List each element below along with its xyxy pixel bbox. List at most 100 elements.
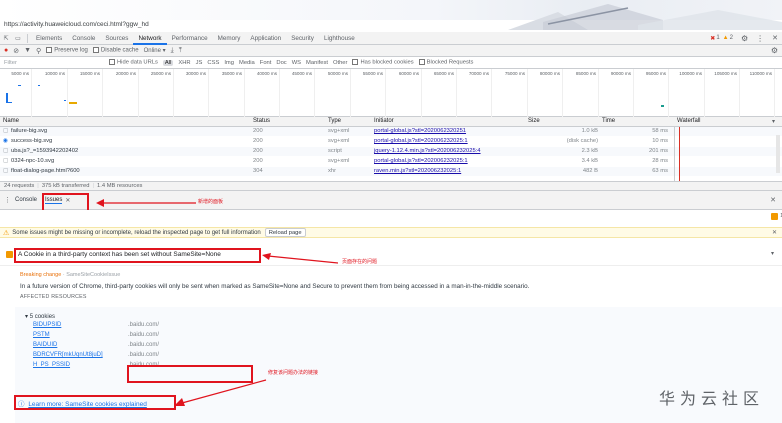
device-toolbar-icon[interactable]: ▭ bbox=[12, 35, 24, 42]
blocked-requests-checkbox[interactable]: Blocked Requests bbox=[418, 59, 473, 66]
cookie-name[interactable]: BDRCVFR[mkUqnUt8juD] bbox=[33, 352, 128, 358]
tab-lighthouse[interactable]: Lighthouse bbox=[319, 32, 360, 45]
timeline-tick-label: 70000 ms bbox=[468, 71, 489, 76]
tab-security[interactable]: Security bbox=[286, 32, 319, 45]
tab-sources[interactable]: Sources bbox=[100, 32, 133, 45]
request-initiator[interactable]: portal-global.js?stl=2020062320251 bbox=[374, 128, 466, 134]
request-name[interactable]: success-big.svg bbox=[11, 138, 52, 144]
cookie-name[interactable]: PSTM bbox=[33, 332, 128, 338]
filter-type-media[interactable]: Media bbox=[239, 60, 255, 66]
close-devtools-icon[interactable]: ✕ bbox=[772, 34, 778, 42]
filter-input[interactable]: Filter bbox=[4, 60, 104, 66]
drawer-tab-console[interactable]: Console bbox=[15, 197, 37, 203]
tab-application[interactable]: Application bbox=[245, 32, 286, 45]
tab-performance[interactable]: Performance bbox=[167, 32, 213, 45]
import-har-icon[interactable]: ⤓ bbox=[171, 47, 174, 55]
cookies-toggle[interactable]: ▾ 5 cookies bbox=[25, 313, 55, 320]
timeline-tick-label: 35000 ms bbox=[221, 71, 242, 76]
error-count[interactable]: 1 bbox=[716, 35, 719, 41]
table-row[interactable]: ▢ failure-big.svg 200 svg+xml portal-global.… bbox=[0, 127, 782, 136]
tab-memory[interactable]: Memory bbox=[213, 32, 246, 45]
has-blocked-cookies-checkbox[interactable]: Has blocked cookies bbox=[352, 59, 414, 66]
search-icon[interactable]: ⚲ bbox=[36, 47, 41, 55]
request-initiator[interactable]: jquery-1.12.4.min.js?stl=202006232025:4 bbox=[374, 148, 481, 154]
preserve-log-checkbox[interactable]: Preserve log bbox=[46, 47, 88, 54]
tab-network[interactable]: Network bbox=[133, 32, 167, 45]
warning-icon[interactable]: ▲ bbox=[723, 35, 729, 41]
filter-type-css[interactable]: CSS bbox=[207, 60, 219, 66]
more-options-icon[interactable]: ⋮ bbox=[756, 34, 764, 43]
warning-count[interactable]: 2 bbox=[730, 35, 733, 41]
hide-data-urls-checkbox[interactable]: Hide data URLs bbox=[109, 59, 158, 66]
page-url[interactable]: https://activity.huaweicloud.com/ceci.ht… bbox=[4, 21, 149, 28]
timeline-gridline bbox=[527, 69, 528, 117]
network-overview-timeline[interactable]: 5000 ms 10000 ms 15000 ms 20000 ms 25000 ms 3… bbox=[0, 69, 782, 117]
waterfall-sort-chevron-icon[interactable]: ▾ bbox=[772, 118, 775, 125]
filter-type-all[interactable]: All bbox=[162, 59, 174, 66]
column-header-size[interactable]: Size bbox=[528, 118, 540, 124]
request-size: (disk cache) bbox=[566, 138, 598, 144]
timeline-gridline bbox=[456, 69, 457, 117]
filter-type-ws[interactable]: WS bbox=[292, 60, 301, 66]
column-header-initiator[interactable]: Initiator bbox=[374, 118, 394, 124]
column-header-name[interactable]: Name bbox=[3, 118, 19, 124]
request-initiator[interactable]: raven.min.js?stl=202006232025:1 bbox=[374, 168, 461, 174]
timeline-gridline bbox=[633, 69, 634, 117]
request-initiator[interactable]: portal-global.js?stl=202006232025:1 bbox=[374, 138, 468, 144]
timeline-gridline bbox=[385, 69, 386, 117]
table-row[interactable]: ▢ 0324-npc-10.svg 200 svg+xml portal-global.… bbox=[0, 157, 782, 166]
cookie-name[interactable]: BIDUPSID bbox=[33, 322, 128, 328]
cookie-name[interactable]: H_PS_PSSID bbox=[33, 362, 128, 368]
drawer-menu-icon[interactable]: ⋮ bbox=[4, 196, 11, 204]
request-name[interactable]: uba.js?_=1593942202402 bbox=[11, 148, 78, 154]
column-header-waterfall[interactable]: Waterfall bbox=[677, 118, 700, 124]
tab-console[interactable]: Console bbox=[67, 32, 100, 45]
request-name[interactable]: 0324-npc-10.svg bbox=[11, 158, 54, 164]
file-icon: ▢ bbox=[3, 168, 9, 174]
clear-icon[interactable]: ⊘ bbox=[13, 47, 19, 55]
collapse-issue-chevron-icon[interactable]: ▾ bbox=[771, 250, 774, 257]
request-initiator[interactable]: portal-global.js?stl=202006232025:1 bbox=[374, 158, 468, 164]
issues-toolbar: 1 bbox=[0, 210, 782, 227]
filter-type-other[interactable]: Other bbox=[333, 60, 348, 66]
export-har-icon[interactable]: ⤒ bbox=[179, 47, 182, 55]
request-type: svg+xml bbox=[328, 138, 350, 144]
filter-funnel-icon[interactable]: ▼ bbox=[24, 47, 31, 54]
throttling-select[interactable]: Online ▾ bbox=[144, 47, 166, 54]
filter-type-js[interactable]: JS bbox=[196, 60, 203, 66]
request-name[interactable]: failure-big.svg bbox=[11, 128, 47, 134]
reload-page-button[interactable]: Reload page bbox=[264, 228, 306, 237]
file-icon: ▢ bbox=[3, 158, 9, 164]
tab-elements[interactable]: Elements bbox=[31, 32, 67, 45]
filter-type-img[interactable]: Img bbox=[224, 60, 234, 66]
timeline-tick-label: 65000 ms bbox=[433, 71, 454, 76]
timeline-bar bbox=[38, 85, 40, 86]
column-header-time[interactable]: Time bbox=[602, 118, 615, 124]
inspect-element-icon[interactable]: ⇱ bbox=[0, 35, 12, 42]
request-status: 200 bbox=[253, 128, 263, 134]
timeline-gridline bbox=[598, 69, 599, 117]
timeline-tick-label: 10000 ms bbox=[44, 71, 65, 76]
disable-cache-checkbox[interactable]: Disable cache bbox=[92, 47, 139, 54]
filter-type-font[interactable]: Font bbox=[260, 60, 272, 66]
record-icon[interactable]: ● bbox=[4, 47, 8, 54]
request-name[interactable]: float-dialog-page.html?600 bbox=[11, 168, 80, 174]
file-icon: ◉ bbox=[3, 138, 9, 144]
network-settings-gear-icon[interactable]: ⚙ bbox=[771, 46, 778, 55]
column-header-status[interactable]: Status bbox=[253, 118, 270, 124]
table-row[interactable]: ▢ uba.js?_=1593942202402 200 script jquery-1… bbox=[0, 147, 782, 156]
cookie-name[interactable]: BAIDUID bbox=[33, 342, 128, 348]
filter-type-manifest[interactable]: Manifest bbox=[306, 60, 328, 66]
settings-gear-icon[interactable]: ⚙ bbox=[741, 34, 748, 43]
close-drawer-icon[interactable]: ✕ bbox=[770, 196, 776, 204]
timeline-gridline bbox=[421, 69, 422, 117]
column-header-type[interactable]: Type bbox=[328, 118, 341, 124]
table-row[interactable]: ▢ float-dialog-page.html?600 304 xhr raven.m… bbox=[0, 167, 782, 176]
table-row[interactable]: ◉ success-big.svg 200 svg+xml portal-global.… bbox=[0, 137, 782, 146]
filter-type-doc[interactable]: Doc bbox=[276, 60, 286, 66]
close-warning-icon[interactable]: ✕ bbox=[772, 229, 777, 236]
table-scrollbar[interactable] bbox=[776, 135, 780, 173]
resources-size: 1.4 MB resources bbox=[97, 183, 143, 189]
error-icon[interactable]: ✖ bbox=[710, 35, 715, 42]
filter-type-xhr[interactable]: XHR bbox=[178, 60, 190, 66]
